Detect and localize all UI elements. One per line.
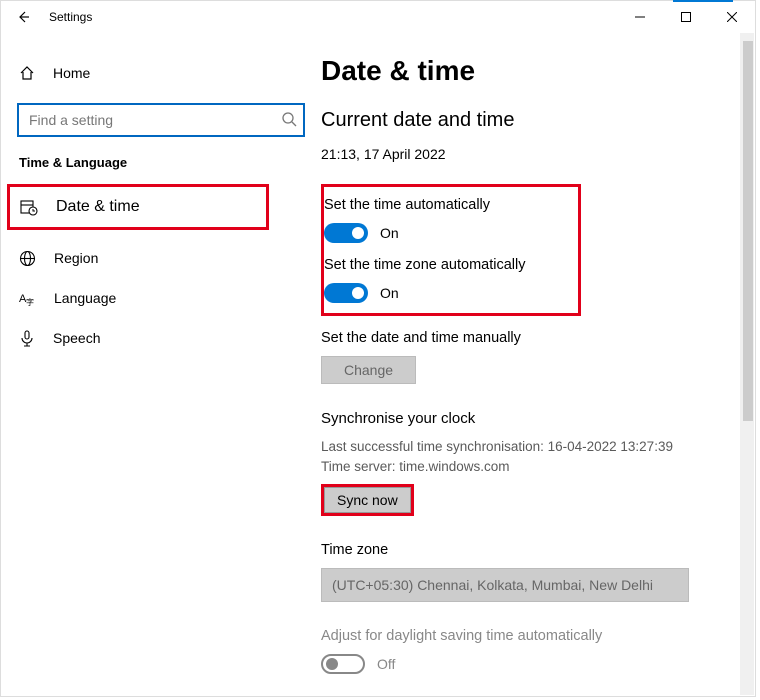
scrollbar-thumb[interactable] xyxy=(743,41,753,421)
timezone-label: Time zone xyxy=(321,542,737,558)
search-icon xyxy=(281,111,297,127)
settings-window: Settings Home Time & Language Date & tim… xyxy=(0,0,756,697)
page-title: Date & time xyxy=(321,55,737,87)
auto-time-state: On xyxy=(380,225,399,241)
minimize-button[interactable] xyxy=(617,1,663,33)
auto-tz-label: Set the time zone automatically xyxy=(324,257,564,273)
home-icon xyxy=(19,65,35,81)
change-button: Change xyxy=(321,356,416,384)
dst-toggle xyxy=(321,654,365,674)
back-button[interactable] xyxy=(15,10,31,24)
main-pane: Date & time Current date and time 21:13,… xyxy=(321,33,755,696)
sidebar-item-language[interactable]: A字 Language xyxy=(1,278,321,318)
sidebar-item-speech[interactable]: Speech xyxy=(1,318,321,358)
sync-last-info: Last successful time synchronisation: 16… xyxy=(321,437,737,457)
globe-icon xyxy=(19,250,36,267)
timezone-select: (UTC+05:30) Chennai, Kolkata, Mumbai, Ne… xyxy=(321,568,689,602)
home-label: Home xyxy=(53,65,90,81)
svg-text:字: 字 xyxy=(26,297,34,307)
manual-label: Set the date and time manually xyxy=(321,330,737,346)
maximize-button[interactable] xyxy=(663,1,709,33)
sidebar-item-label: Language xyxy=(54,290,116,306)
section-current-datetime-heading: Current date and time xyxy=(321,109,737,132)
sidebar-item-label: Date & time xyxy=(56,198,140,216)
window-controls xyxy=(617,1,755,33)
auto-time-label: Set the time automatically xyxy=(324,197,564,213)
sidebar-group-heading: Time & Language xyxy=(1,155,321,184)
sync-highlight: Sync now xyxy=(321,484,414,516)
auto-settings-highlight: Set the time automatically On Set the ti… xyxy=(321,184,581,316)
sync-server-info: Time server: time.windows.com xyxy=(321,457,737,477)
sidebar-item-region[interactable]: Region xyxy=(1,238,321,278)
sidebar: Home Time & Language Date & time Region … xyxy=(1,33,321,696)
language-icon: A字 xyxy=(19,290,36,307)
auto-tz-state: On xyxy=(380,285,399,301)
sidebar-item-label: Region xyxy=(54,250,98,266)
sidebar-item-label: Speech xyxy=(53,330,100,346)
dst-label: Adjust for daylight saving time automati… xyxy=(321,628,737,644)
titlebar: Settings xyxy=(1,1,755,33)
auto-time-toggle[interactable] xyxy=(324,223,368,243)
auto-tz-toggle[interactable] xyxy=(324,283,368,303)
home-nav[interactable]: Home xyxy=(1,53,321,93)
sync-now-button[interactable]: Sync now xyxy=(324,487,411,513)
current-datetime-value: 21:13, 17 April 2022 xyxy=(321,146,737,162)
sidebar-item-date-time[interactable]: Date & time xyxy=(7,184,269,230)
sync-heading: Synchronise your clock xyxy=(321,410,737,427)
dst-state: Off xyxy=(377,656,395,672)
search-input[interactable] xyxy=(17,103,305,137)
close-button[interactable] xyxy=(709,1,755,33)
search-container xyxy=(17,103,305,137)
window-title: Settings xyxy=(49,10,92,24)
microphone-icon xyxy=(19,330,35,347)
calendar-clock-icon xyxy=(20,198,38,216)
timezone-value: (UTC+05:30) Chennai, Kolkata, Mumbai, Ne… xyxy=(332,577,653,593)
